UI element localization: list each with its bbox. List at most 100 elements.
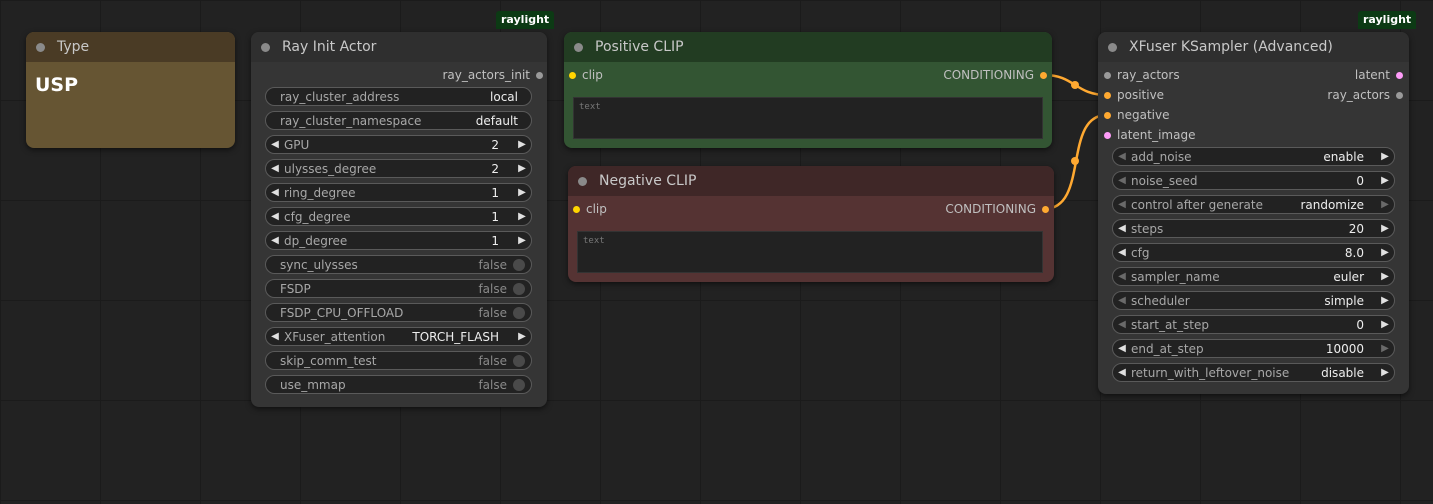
decrement-arrow-icon[interactable]: ◀ xyxy=(266,331,284,342)
increment-arrow-icon[interactable]: ▶ xyxy=(513,163,531,174)
widget-noise-seed[interactable]: ◀ noise_seed 0 ▶ xyxy=(1112,171,1395,190)
output-ray-actors[interactable]: ray_actors xyxy=(1327,85,1403,105)
toggle-icon[interactable] xyxy=(513,306,525,319)
decrement-arrow-icon[interactable]: ◀ xyxy=(1113,151,1131,162)
slot-icon[interactable] xyxy=(1104,71,1111,79)
widget-add-noise[interactable]: ◀ add_noise enable ▶ xyxy=(1112,147,1395,166)
input-negative[interactable]: negative xyxy=(1104,105,1169,125)
node-title-bar[interactable]: Positive CLIP xyxy=(564,32,1052,62)
output-conditioning[interactable]: CONDITIONING xyxy=(945,199,1049,219)
widget-ray-cluster-namespace[interactable]: ray_cluster_namespace default xyxy=(265,111,532,130)
widget-dp-degree[interactable]: ◀ dp_degree 1 ▶ xyxy=(265,231,532,250)
widget-fsdp[interactable]: FSDP false xyxy=(265,279,532,298)
node-title-bar[interactable]: XFuser KSampler (Advanced) xyxy=(1098,32,1409,62)
node-title-bar[interactable]: Negative CLIP xyxy=(568,166,1054,196)
widget-sampler-name[interactable]: ◀ sampler_name euler ▶ xyxy=(1112,267,1395,286)
increment-arrow-icon[interactable]: ▶ xyxy=(1376,367,1394,378)
slot-icon[interactable] xyxy=(536,71,543,79)
output-latent[interactable]: latent xyxy=(1355,65,1403,85)
decrement-arrow-icon[interactable]: ◀ xyxy=(266,163,284,174)
input-ray-actors[interactable]: ray_actors xyxy=(1104,65,1180,85)
slot-icon[interactable] xyxy=(569,71,576,79)
input-positive[interactable]: positive xyxy=(1104,85,1164,105)
link-midpoint[interactable] xyxy=(1071,157,1079,165)
widget-use-mmap[interactable]: use_mmap false xyxy=(265,375,532,394)
slot-icon[interactable] xyxy=(573,205,580,213)
widget-sync-ulysses[interactable]: sync_ulysses false xyxy=(265,255,532,274)
widget-steps[interactable]: ◀ steps 20 ▶ xyxy=(1112,219,1395,238)
increment-arrow-icon[interactable]: ▶ xyxy=(513,187,531,198)
input-clip[interactable]: clip xyxy=(573,199,607,219)
collapse-dot-icon[interactable] xyxy=(36,42,45,52)
widget-scheduler[interactable]: ◀ scheduler simple ▶ xyxy=(1112,291,1395,310)
widget-end-at-step[interactable]: ◀ end_at_step 10000 ▶ xyxy=(1112,339,1395,358)
toggle-icon[interactable] xyxy=(513,282,525,295)
toggle-icon[interactable] xyxy=(513,378,525,391)
collapse-dot-icon[interactable] xyxy=(574,42,583,52)
positive-clip-node[interactable]: Positive CLIP clip CONDITIONING text xyxy=(564,32,1052,148)
decrement-arrow-icon[interactable]: ◀ xyxy=(1113,295,1131,306)
decrement-arrow-icon[interactable]: ◀ xyxy=(266,187,284,198)
slot-icon[interactable] xyxy=(1396,91,1403,99)
widget-start-at-step[interactable]: ◀ start_at_step 0 ▶ xyxy=(1112,315,1395,334)
decrement-arrow-icon[interactable]: ◀ xyxy=(1113,343,1131,354)
widget-gpu[interactable]: ◀ GPU 2 ▶ xyxy=(265,135,532,154)
widget-control-after-generate[interactable]: ◀ control after generate randomize ▶ xyxy=(1112,195,1395,214)
increment-arrow-icon[interactable]: ▶ xyxy=(1376,175,1394,186)
slot-icon[interactable] xyxy=(1042,205,1049,213)
decrement-arrow-icon[interactable]: ◀ xyxy=(1113,175,1131,186)
widget-cfg[interactable]: ◀ cfg 8.0 ▶ xyxy=(1112,243,1395,262)
collapse-dot-icon[interactable] xyxy=(578,176,587,186)
slot-icon[interactable] xyxy=(1104,111,1111,119)
decrement-arrow-icon[interactable]: ◀ xyxy=(1113,199,1131,210)
output-conditioning[interactable]: CONDITIONING xyxy=(943,65,1047,85)
increment-arrow-icon[interactable]: ▶ xyxy=(513,331,531,342)
decrement-arrow-icon[interactable]: ◀ xyxy=(1113,223,1131,234)
widget-skip-comm-test[interactable]: skip_comm_test false xyxy=(265,351,532,370)
output-ray-actors-init[interactable]: ray_actors_init xyxy=(442,65,543,85)
slot-icon[interactable] xyxy=(1040,71,1047,79)
widget-ring-degree[interactable]: ◀ ring_degree 1 ▶ xyxy=(265,183,532,202)
increment-arrow-icon[interactable]: ▶ xyxy=(513,211,531,222)
increment-arrow-icon[interactable]: ▶ xyxy=(1376,247,1394,258)
type-node[interactable]: Type USP xyxy=(26,32,235,148)
input-latent-image[interactable]: latent_image xyxy=(1104,125,1195,145)
slot-icon[interactable] xyxy=(1104,131,1111,139)
negative-clip-node[interactable]: Negative CLIP clip CONDITIONING text xyxy=(568,166,1054,282)
slot-icon[interactable] xyxy=(1104,91,1111,99)
link-midpoint[interactable] xyxy=(1071,81,1079,89)
collapse-dot-icon[interactable] xyxy=(1108,42,1117,52)
node-title-bar[interactable]: Ray Init Actor xyxy=(251,32,547,62)
decrement-arrow-icon[interactable]: ◀ xyxy=(266,211,284,222)
widget-ulysses-degree[interactable]: ◀ ulysses_degree 2 ▶ xyxy=(265,159,532,178)
increment-arrow-icon[interactable]: ▶ xyxy=(1376,295,1394,306)
decrement-arrow-icon[interactable]: ◀ xyxy=(1113,319,1131,330)
increment-arrow-icon[interactable]: ▶ xyxy=(1376,319,1394,330)
increment-arrow-icon[interactable]: ▶ xyxy=(513,235,531,246)
text-input[interactable]: text xyxy=(577,231,1043,273)
node-title-bar[interactable]: Type xyxy=(26,32,235,62)
increment-arrow-icon[interactable]: ▶ xyxy=(1376,199,1394,210)
increment-arrow-icon[interactable]: ▶ xyxy=(1376,151,1394,162)
widget-xfuser-attention[interactable]: ◀ XFuser_attention TORCH_FLASH ▶ xyxy=(265,327,532,346)
widget-cfg-degree[interactable]: ◀ cfg_degree 1 ▶ xyxy=(265,207,532,226)
widget-ray-cluster-address[interactable]: ray_cluster_address local xyxy=(265,87,532,106)
decrement-arrow-icon[interactable]: ◀ xyxy=(266,235,284,246)
widget-fsdp-cpu-offload[interactable]: FSDP_CPU_OFFLOAD false xyxy=(265,303,532,322)
increment-arrow-icon[interactable]: ▶ xyxy=(513,139,531,150)
widget-return-with-leftover-noise[interactable]: ◀ return_with_leftover_noise disable ▶ xyxy=(1112,363,1395,382)
decrement-arrow-icon[interactable]: ◀ xyxy=(266,139,284,150)
input-clip[interactable]: clip xyxy=(569,65,603,85)
collapse-dot-icon[interactable] xyxy=(261,42,270,52)
text-input[interactable]: text xyxy=(573,97,1043,139)
toggle-icon[interactable] xyxy=(513,354,525,367)
decrement-arrow-icon[interactable]: ◀ xyxy=(1113,367,1131,378)
decrement-arrow-icon[interactable]: ◀ xyxy=(1113,271,1131,282)
toggle-icon[interactable] xyxy=(513,258,525,271)
decrement-arrow-icon[interactable]: ◀ xyxy=(1113,247,1131,258)
increment-arrow-icon[interactable]: ▶ xyxy=(1376,223,1394,234)
slot-icon[interactable] xyxy=(1396,71,1403,79)
increment-arrow-icon[interactable]: ▶ xyxy=(1376,271,1394,282)
increment-arrow-icon[interactable]: ▶ xyxy=(1376,343,1394,354)
ray-init-actor-node[interactable]: Ray Init Actor ray_actors_init ray_clust… xyxy=(251,32,547,407)
